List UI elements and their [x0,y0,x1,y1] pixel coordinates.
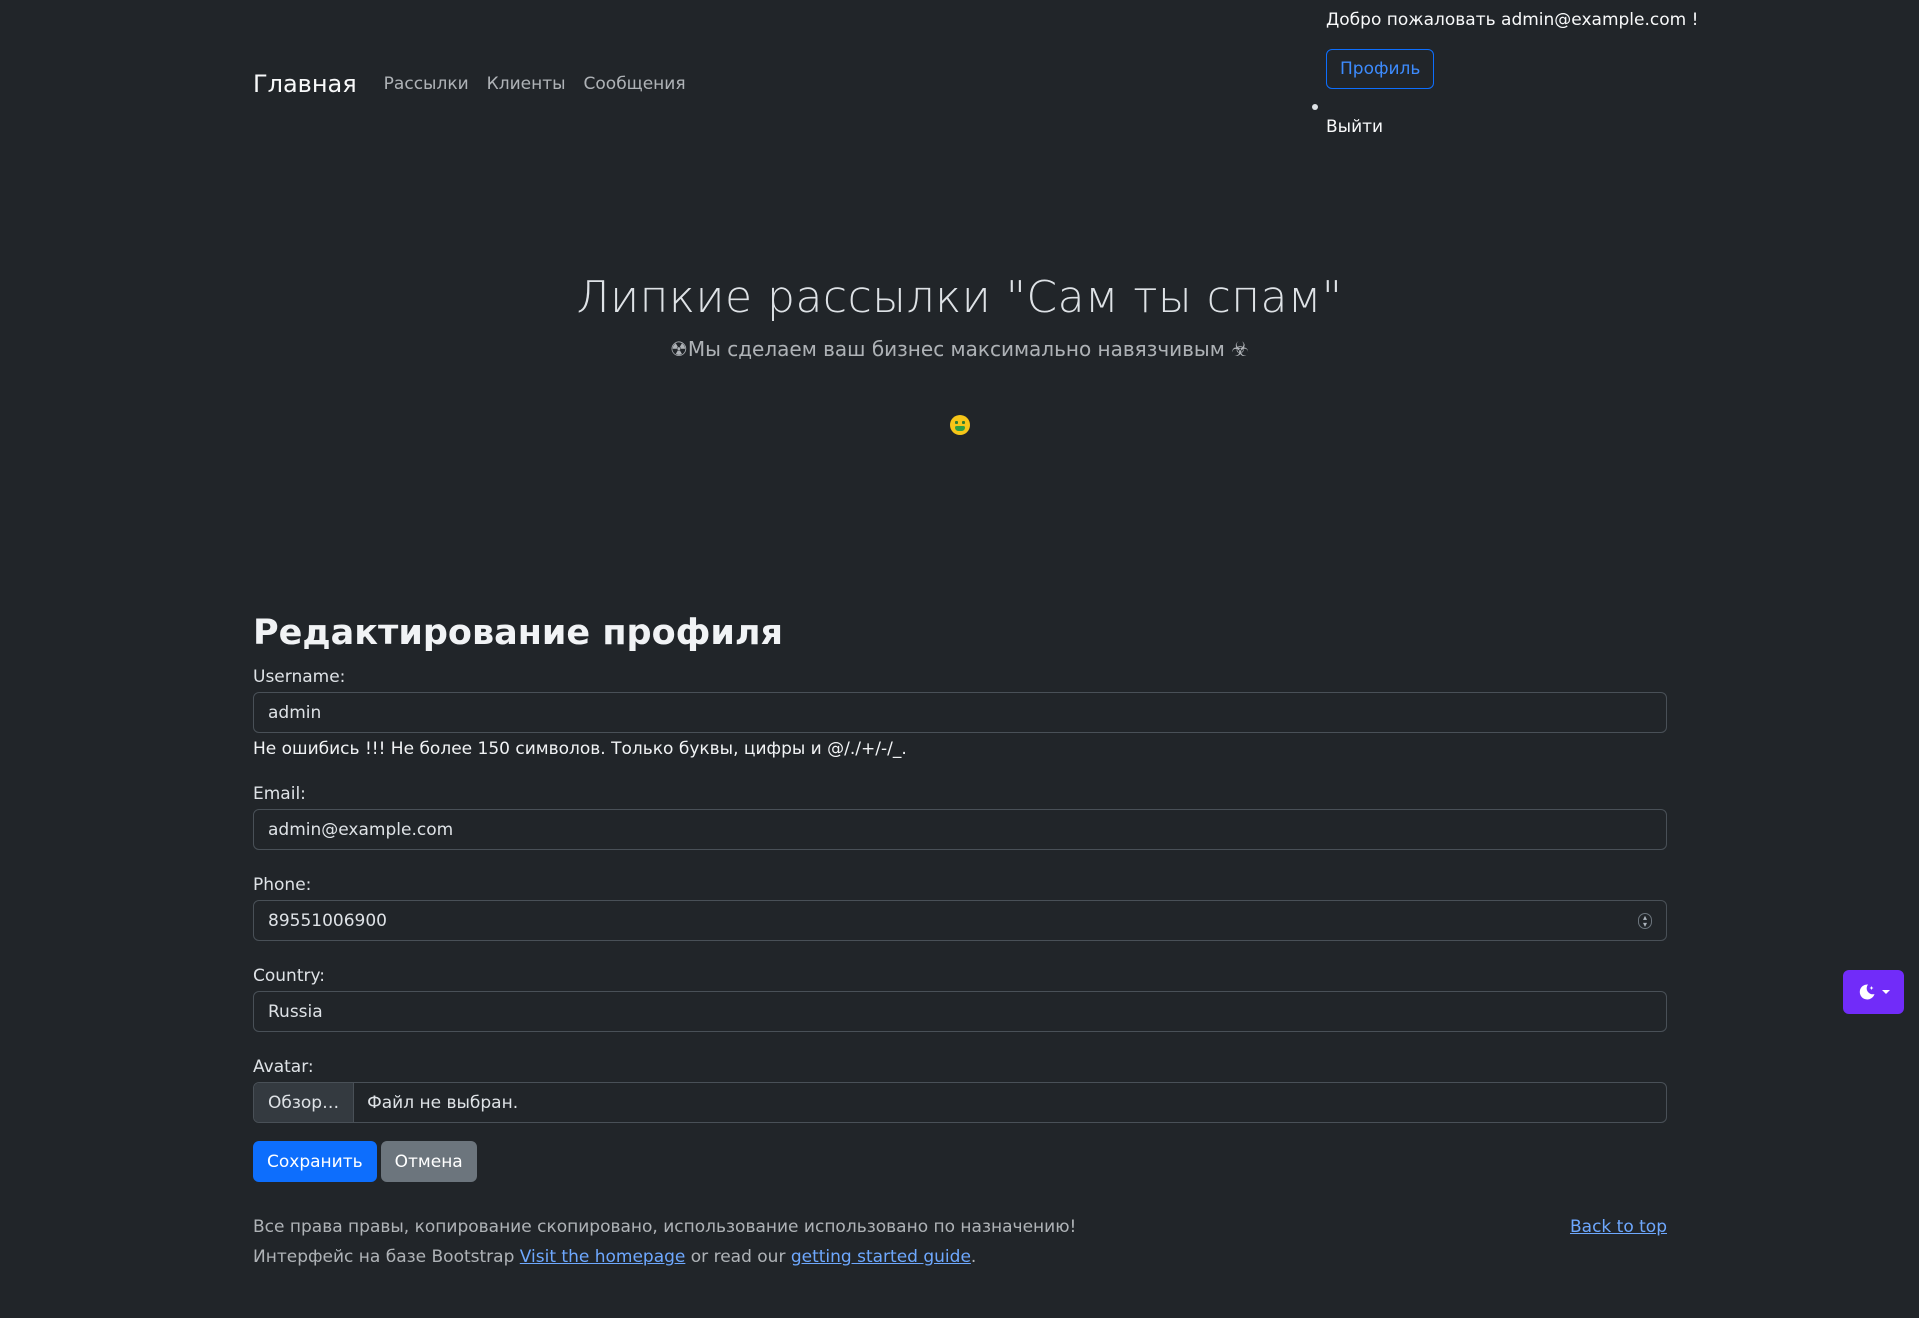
country-group: Country: Russia [253,966,1667,1032]
homepage-link[interactable]: Visit the homepage [520,1247,686,1267]
nav-link-clients[interactable]: Клиенты [487,74,566,94]
number-spinner-icon[interactable]: ▴ ▾ [1638,913,1652,929]
nav-link-messages[interactable]: Сообщения [584,74,686,94]
back-to-top-link[interactable]: Back to top [1570,1212,1667,1242]
credits-period: . [970,1247,977,1267]
username-help-text: Не ошибись !!! Не более 150 символов. То… [253,739,907,759]
email-label: Email: [253,784,306,804]
logout-link[interactable]: Выйти [1326,117,1698,137]
page-subtitle: ☢Мы сделаем ваш бизнес максимально навяз… [669,337,1250,361]
caret-down-icon [1881,990,1890,994]
avatar-group: Avatar: Обзор… Файл не выбран. [253,1057,1667,1123]
profile-button[interactable]: Профиль [1326,49,1435,89]
brand-home-link[interactable]: Главная [253,70,357,98]
country-input[interactable]: Russia [253,991,1667,1032]
phone-input[interactable]: 89551006900 ▴ ▾ [253,900,1667,941]
country-label: Country: [253,966,326,986]
file-status-text: Файл не выбран. [367,1092,519,1113]
username-group: Username: admin Не ошибись !!! Не более … [253,667,1667,759]
hero-section: Липкие рассылки "Сам ты спам" ☢Мы сделае… [0,272,1919,439]
bootstrap-prefix: Интерфейс на базе Bootstrap [253,1247,515,1267]
moon-stars-icon [1859,984,1874,1000]
form-actions: Сохранить Отмена [253,1141,1667,1182]
phone-value: 89551006900 [268,910,387,931]
credits-middle-text: or read our [690,1247,786,1267]
username-label: Username: [253,667,346,687]
form-title: Редактирование профиля [253,613,783,653]
welcome-text: Добро пожаловать admin@example.com ! [1326,10,1699,30]
phone-group: Phone: 89551006900 ▴ ▾ [253,875,1667,941]
username-value: admin [268,702,322,723]
email-group: Email: admin@example.com [253,784,1667,850]
profile-edit-form: Редактирование профиля Username: admin Н… [253,613,1667,1182]
getting-started-link[interactable]: getting started guide [791,1247,971,1267]
page-title: Липкие рассылки "Сам ты спам" [576,272,1343,323]
list-bullet [1312,104,1318,110]
email-value: admin@example.com [268,819,454,840]
page-footer: Все права правы, копирование скопировано… [253,1212,1667,1272]
copyright-text: Все права правы, копирование скопировано… [253,1217,1077,1237]
cancel-button[interactable]: Отмена [380,1141,477,1182]
save-button[interactable]: Сохранить [253,1141,377,1182]
theme-toggle-button[interactable] [1843,970,1904,1014]
bootstrap-credits: Интерфейс на базе Bootstrap Visit the ho… [253,1242,1667,1272]
browse-button[interactable]: Обзор… [254,1083,355,1122]
avatar-file-input[interactable]: Обзор… Файл не выбран. [253,1082,1667,1123]
nav-link-mailings[interactable]: Рассылки [384,74,469,94]
avatar-label: Avatar: [253,1057,314,1077]
phone-label: Phone: [253,875,312,895]
main-navbar: Главная Рассылки Клиенты Сообщения [253,70,704,98]
username-input[interactable]: admin [253,692,1667,733]
money-mouth-face-icon [949,415,970,435]
country-value: Russia [268,1001,323,1022]
user-menu: Добро пожаловать admin@example.com ! Про… [1312,10,1699,137]
email-input[interactable]: admin@example.com [253,809,1667,850]
